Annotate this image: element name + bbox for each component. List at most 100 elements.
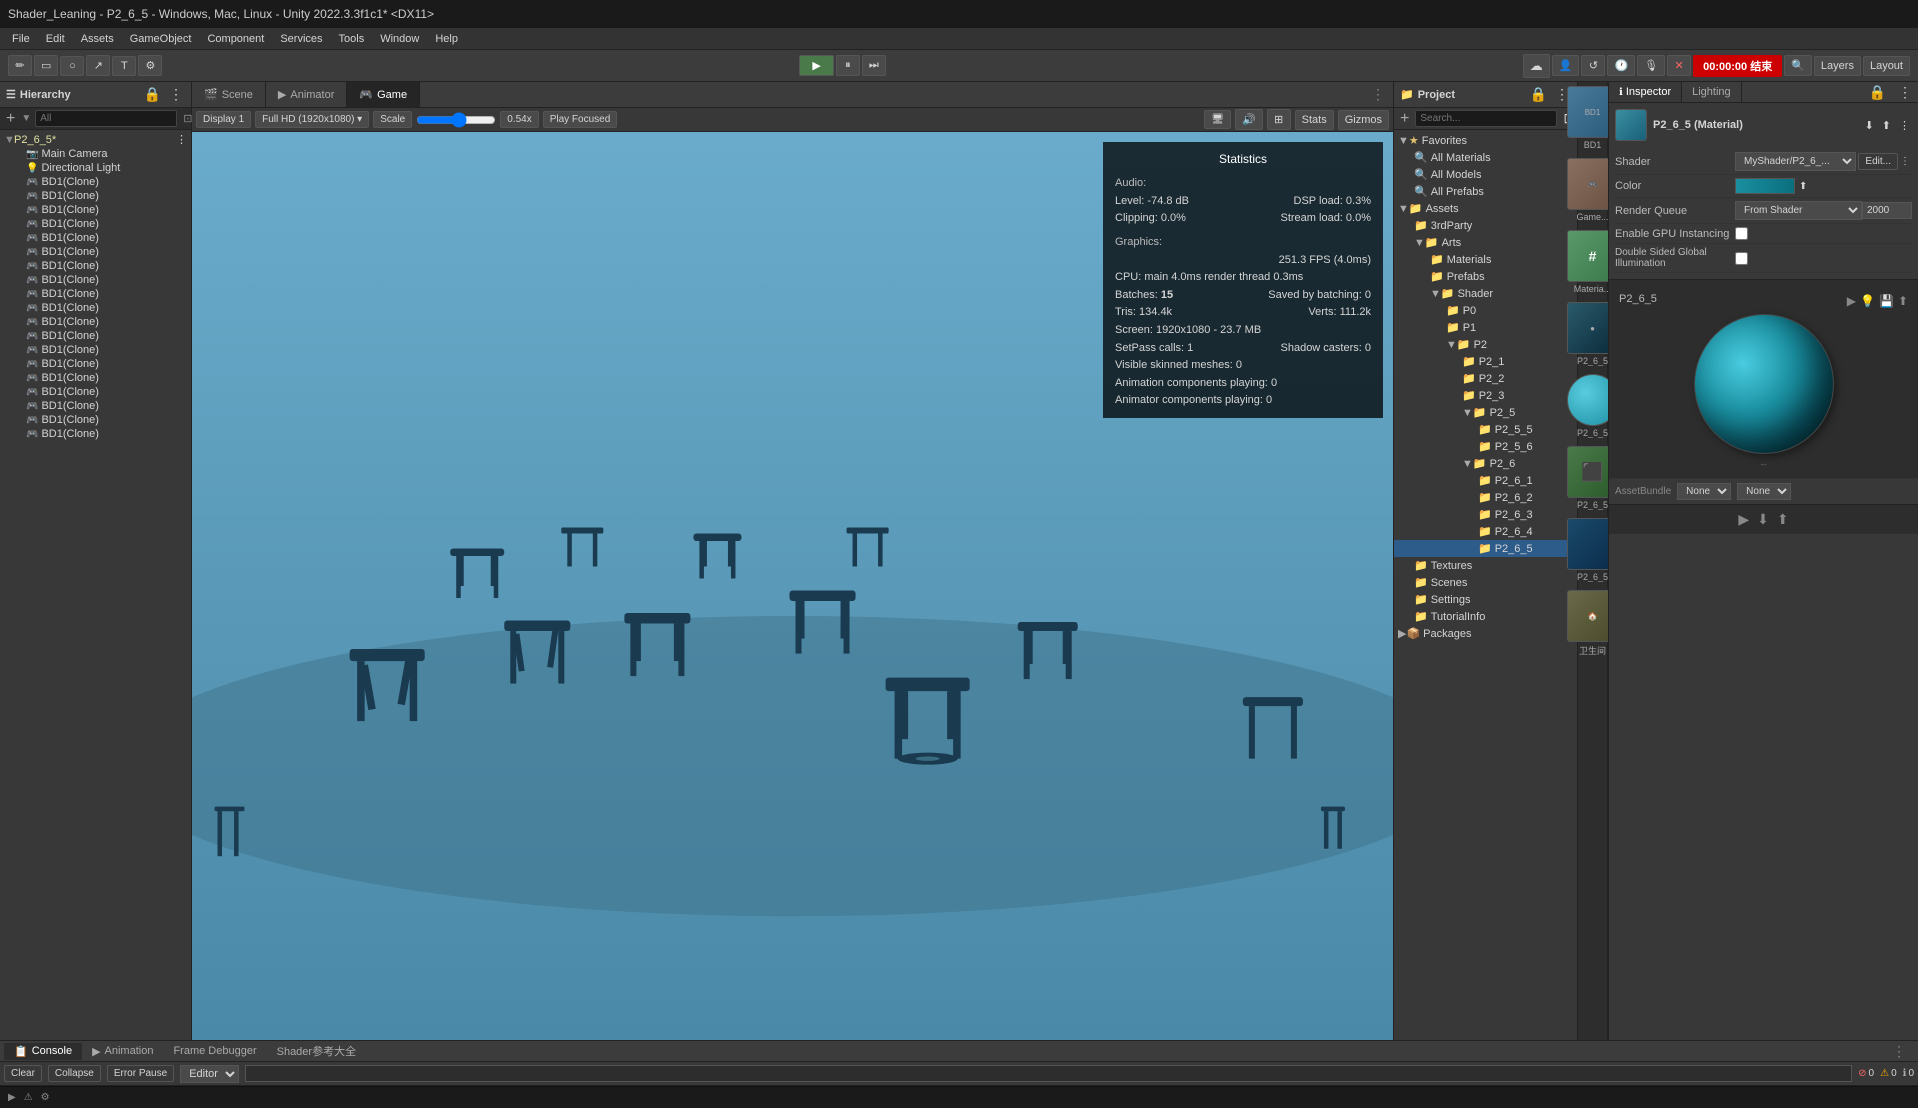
tree-item-bd1-12[interactable]: 🎮BD1(Clone) bbox=[12, 329, 191, 343]
project-textures[interactable]: 📁Textures bbox=[1394, 557, 1577, 574]
project-p2-6-1[interactable]: 📁P2_6_1 bbox=[1394, 472, 1577, 489]
tab-console[interactable]: 📋 Console bbox=[4, 1043, 82, 1060]
preview-play-btn[interactable]: ▶ bbox=[1847, 294, 1856, 308]
tree-item-bd1-15[interactable]: 🎮BD1(Clone) bbox=[12, 371, 191, 385]
menu-file[interactable]: File bbox=[4, 31, 38, 47]
gpu-instancing-checkbox[interactable] bbox=[1735, 227, 1748, 240]
inspector-lock-btn[interactable]: 🔒 bbox=[1863, 82, 1892, 102]
collapse-btn[interactable]: Collapse bbox=[48, 1065, 101, 1082]
game-resolution-selector[interactable]: Full HD (1920x1080) ▾ bbox=[255, 111, 369, 128]
tree-item-bd1-3[interactable]: 🎮BD1(Clone) bbox=[12, 203, 191, 217]
project-p2-6-3[interactable]: 📁P2_6_3 bbox=[1394, 506, 1577, 523]
tree-item-bd1-4[interactable]: 🎮BD1(Clone) bbox=[12, 217, 191, 231]
project-add-btn[interactable]: + bbox=[1398, 110, 1411, 128]
game-grid-btn[interactable]: ⊞ bbox=[1267, 109, 1291, 130]
tool-circle[interactable]: ○ bbox=[60, 56, 84, 76]
project-p2-3[interactable]: 📁P2_3 bbox=[1394, 387, 1577, 404]
game-vr-btn[interactable]: 🖥 bbox=[1204, 110, 1231, 129]
tool-rect[interactable]: ▭ bbox=[34, 55, 58, 76]
layout-button[interactable]: Layout bbox=[1863, 56, 1910, 76]
tab-shader-ref[interactable]: Shader参考大全 bbox=[267, 1041, 366, 1061]
timer-button[interactable]: 00:00:00 结束 bbox=[1693, 55, 1782, 77]
tree-item-bd1-5[interactable]: 🎮BD1(Clone) bbox=[12, 231, 191, 245]
game-gizmos-btn[interactable]: Gizmos bbox=[1338, 110, 1389, 130]
project-p2-2[interactable]: 📁P2_2 bbox=[1394, 370, 1577, 387]
game-display-selector[interactable]: Display 1 bbox=[196, 111, 251, 128]
tree-item-bd1-16[interactable]: 🎮BD1(Clone) bbox=[12, 385, 191, 399]
insp-bottom-btn1[interactable]: ▶ bbox=[1738, 511, 1749, 528]
asset-bundle-value1[interactable]: None bbox=[1677, 483, 1731, 500]
project-packages[interactable]: ▶ 📦 Packages bbox=[1394, 625, 1577, 642]
play-button[interactable]: ▶ bbox=[799, 55, 833, 76]
tree-item-main-camera[interactable]: 📷 Main Camera bbox=[12, 147, 191, 161]
tree-item-bd1-18[interactable]: 🎮BD1(Clone) bbox=[12, 413, 191, 427]
project-scenes[interactable]: 📁Scenes bbox=[1394, 574, 1577, 591]
tree-item-bd1-9[interactable]: 🎮BD1(Clone) bbox=[12, 287, 191, 301]
step-button[interactable]: ⏭ bbox=[862, 55, 886, 76]
clear-btn[interactable]: Clear bbox=[4, 1065, 42, 1082]
material-menu-btn[interactable]: ⋮ bbox=[1897, 119, 1912, 132]
tool-text[interactable]: T bbox=[112, 56, 136, 76]
tree-item-bd1-6[interactable]: 🎮BD1(Clone) bbox=[12, 245, 191, 259]
tool-pen[interactable]: ✏ bbox=[8, 55, 32, 76]
project-p0[interactable]: 📁P0 bbox=[1394, 302, 1577, 319]
tree-item-bd1-10[interactable]: 🎮BD1(Clone) bbox=[12, 301, 191, 315]
undo-button[interactable]: ↺ bbox=[1581, 55, 1605, 76]
material-expand-btn[interactable]: ⬆ bbox=[1880, 119, 1893, 132]
project-all-materials[interactable]: 🔍 All Materials bbox=[1394, 149, 1577, 166]
tree-item-bd1-1[interactable]: 🎮BD1(Clone) bbox=[12, 175, 191, 189]
hierarchy-menu-btn[interactable]: ⋮ bbox=[167, 86, 185, 103]
error-pause-btn[interactable]: Error Pause bbox=[107, 1065, 174, 1082]
preview-save-btn[interactable]: 💾 bbox=[1879, 294, 1894, 308]
project-p2[interactable]: ▼ 📁P2 bbox=[1394, 336, 1577, 353]
project-all-models[interactable]: 🔍 All Models bbox=[1394, 166, 1577, 183]
preview-light-btn[interactable]: 💡 bbox=[1860, 294, 1875, 308]
color-expand-btn[interactable]: ⬆ bbox=[1797, 181, 1809, 192]
pause-button[interactable]: ⏸ bbox=[836, 55, 860, 76]
search-button[interactable]: 🔍 bbox=[1784, 55, 1812, 76]
tree-item-bd1-11[interactable]: 🎮BD1(Clone) bbox=[12, 315, 191, 329]
menu-tools[interactable]: Tools bbox=[331, 31, 373, 47]
menu-edit[interactable]: Edit bbox=[38, 31, 73, 47]
project-p2-6-4[interactable]: 📁P2_6_4 bbox=[1394, 523, 1577, 540]
project-p2-6-2[interactable]: 📁P2_6_2 bbox=[1394, 489, 1577, 506]
tree-item-bd1-14[interactable]: 🎮BD1(Clone) bbox=[12, 357, 191, 371]
tab-inspector[interactable]: ℹ Inspector bbox=[1609, 82, 1682, 102]
menu-gameobject[interactable]: GameObject bbox=[122, 31, 200, 47]
account-button[interactable]: 👤 bbox=[1552, 55, 1580, 76]
project-p2-5-5[interactable]: 📁P2_5_5 bbox=[1394, 421, 1577, 438]
project-p2-6-5[interactable]: 📁P2_6_5 bbox=[1394, 540, 1577, 557]
project-prefabs[interactable]: 📁 Prefabs bbox=[1394, 268, 1577, 285]
tree-item-bd1-19[interactable]: 🎮BD1(Clone) bbox=[12, 427, 191, 441]
project-search-input[interactable] bbox=[1415, 110, 1557, 127]
collab-button[interactable]: ☁ bbox=[1523, 54, 1550, 78]
preview-expand-btn[interactable]: ⬆ bbox=[1898, 294, 1908, 308]
inspector-menu-btn[interactable]: ⋮ bbox=[1892, 82, 1918, 102]
tree-item-root[interactable]: ▼ P2_6_5* ⋮ bbox=[0, 132, 191, 147]
hierarchy-add-object-btn[interactable]: + bbox=[4, 110, 17, 128]
bottom-panel-menu[interactable]: ⋮ bbox=[1884, 1043, 1914, 1060]
menu-component[interactable]: Component bbox=[199, 31, 272, 47]
color-swatch[interactable] bbox=[1735, 178, 1795, 194]
tree-item-bd1-13[interactable]: 🎮BD1(Clone) bbox=[12, 343, 191, 357]
tree-item-dir-light[interactable]: 💡 Directional Light bbox=[12, 161, 191, 175]
tree-item-bd1-8[interactable]: 🎮BD1(Clone) bbox=[12, 273, 191, 287]
project-p2-1[interactable]: 📁P2_1 bbox=[1394, 353, 1577, 370]
project-all-prefabs[interactable]: 🔍 All Prefabs bbox=[1394, 183, 1577, 200]
insp-bottom-btn3[interactable]: ⬆ bbox=[1777, 511, 1789, 528]
shader-expand-btn[interactable]: ⋮ bbox=[1898, 156, 1912, 167]
project-p2-5[interactable]: ▼ 📁P2_5 bbox=[1394, 404, 1577, 421]
project-lock-btn[interactable]: 🔒 bbox=[1528, 86, 1549, 103]
layers-button[interactable]: Layers bbox=[1814, 56, 1861, 76]
tree-item-menu-btn[interactable]: ⋮ bbox=[176, 133, 187, 146]
material-import-btn[interactable]: ⬇ bbox=[1863, 119, 1876, 132]
project-tutorial[interactable]: 📁TutorialInfo bbox=[1394, 608, 1577, 625]
game-scale-slider[interactable] bbox=[416, 112, 496, 128]
tree-item-bd1-7[interactable]: 🎮BD1(Clone) bbox=[12, 259, 191, 273]
tab-frame-debugger[interactable]: Frame Debugger bbox=[163, 1043, 266, 1059]
history-button[interactable]: 🕐 bbox=[1607, 55, 1635, 76]
tab-lighting[interactable]: Lighting bbox=[1682, 82, 1742, 102]
double-sided-checkbox[interactable] bbox=[1735, 252, 1748, 265]
shader-dropdown[interactable]: MyShader/P2_6_... bbox=[1735, 152, 1856, 171]
game-play-focused[interactable]: Play Focused bbox=[543, 111, 618, 128]
